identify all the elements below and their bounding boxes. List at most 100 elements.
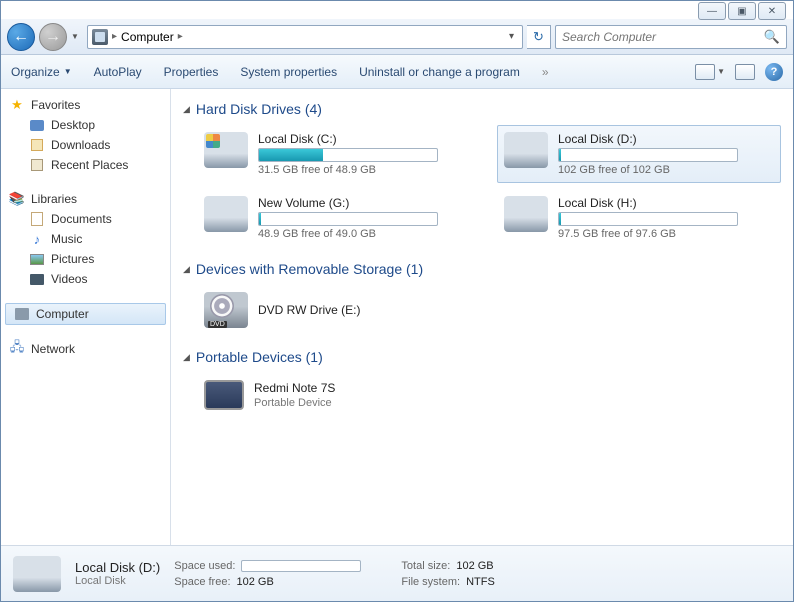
drive-label: Local Disk (C:) <box>258 132 474 146</box>
details-drive-icon <box>13 556 61 592</box>
main-body: ★Favorites Desktop Downloads Recent Plac… <box>1 89 793 545</box>
drive-g[interactable]: New Volume (G:) 48.9 GB free of 49.0 GB <box>197 189 481 247</box>
sidebar-item-computer[interactable]: Computer <box>5 303 166 325</box>
usage-bar <box>558 148 738 162</box>
drive-icon <box>504 196 548 232</box>
filesystem-value: NTFS <box>466 576 495 588</box>
sidebar-item-downloads[interactable]: Downloads <box>1 135 170 155</box>
system-properties-button[interactable]: System properties <box>240 65 337 79</box>
close-button[interactable]: ✕ <box>758 2 786 20</box>
autoplay-button[interactable]: AutoPlay <box>94 65 142 79</box>
space-used-bar <box>241 560 361 572</box>
address-bar[interactable]: ▸ Computer ▸ ▾ <box>87 25 523 49</box>
sidebar-item-music[interactable]: ♪Music <box>1 229 170 249</box>
details-subtitle: Local Disk <box>75 575 160 587</box>
libraries-group[interactable]: 📚Libraries <box>1 189 170 209</box>
document-icon <box>29 211 45 227</box>
breadcrumb-location[interactable]: Computer <box>121 30 174 44</box>
recent-icon <box>29 157 45 173</box>
view-mode-button[interactable]: ▼ <box>695 64 725 80</box>
drive-label: Local Disk (H:) <box>558 196 774 210</box>
sidebar-item-documents[interactable]: Documents <box>1 209 170 229</box>
preview-pane-button[interactable] <box>735 64 755 80</box>
usage-bar <box>558 212 738 226</box>
drive-icon <box>504 132 548 168</box>
explorer-window: — ▣ ✕ ← → ▼ ▸ Computer ▸ ▾ ↻ 🔍 Organize … <box>0 0 794 602</box>
back-button[interactable]: ← <box>7 23 35 51</box>
command-bar: Organize ▼ AutoPlay Properties System pr… <box>1 55 793 89</box>
total-size-label: Total size: <box>401 560 450 572</box>
details-title: Local Disk (D:) <box>75 560 160 575</box>
music-icon: ♪ <box>29 231 45 247</box>
uninstall-button[interactable]: Uninstall or change a program <box>359 65 520 79</box>
sidebar-item-recent-places[interactable]: Recent Places <box>1 155 170 175</box>
category-hard-disk-drives[interactable]: ◢Hard Disk Drives (4) <box>183 101 781 117</box>
search-box[interactable]: 🔍 <box>555 25 787 49</box>
folder-icon <box>29 137 45 153</box>
drive-free-text: 48.9 GB free of 49.0 GB <box>258 228 474 240</box>
refresh-button[interactable]: ↻ <box>527 25 551 49</box>
device-subtitle: Portable Device <box>254 397 335 409</box>
drive-d[interactable]: Local Disk (D:) 102 GB free of 102 GB <box>497 125 781 183</box>
drive-icon <box>204 132 248 168</box>
drive-free-text: 31.5 GB free of 48.9 GB <box>258 164 474 176</box>
device-redmi-note-7s[interactable]: Redmi Note 7S Portable Device <box>197 373 342 417</box>
maximize-button[interactable]: ▣ <box>728 2 756 20</box>
libraries-icon: 📚 <box>9 191 25 207</box>
favorites-group[interactable]: ★Favorites <box>1 95 170 115</box>
star-icon: ★ <box>9 97 25 113</box>
breadcrumb-sep-icon: ▸ <box>112 31 117 42</box>
space-used-label: Space used: <box>174 560 235 572</box>
sidebar-item-desktop[interactable]: Desktop <box>1 115 170 135</box>
forward-button[interactable]: → <box>39 23 67 51</box>
window-controls: — ▣ ✕ <box>698 2 786 20</box>
drive-icon <box>204 196 248 232</box>
desktop-icon <box>29 117 45 133</box>
usage-bar <box>258 148 438 162</box>
navigation-bar: ← → ▼ ▸ Computer ▸ ▾ ↻ 🔍 <box>1 19 793 55</box>
sidebar-item-videos[interactable]: Videos <box>1 269 170 289</box>
category-portable-devices[interactable]: ◢Portable Devices (1) <box>183 349 781 365</box>
organize-menu[interactable]: Organize ▼ <box>11 65 72 79</box>
drive-h[interactable]: Local Disk (H:) 97.5 GB free of 97.6 GB <box>497 189 781 247</box>
sidebar-item-network[interactable]: 🖧Network <box>1 339 170 359</box>
drive-label: Local Disk (D:) <box>558 132 774 146</box>
history-dropdown[interactable]: ▼ <box>71 32 83 41</box>
drive-c[interactable]: Local Disk (C:) 31.5 GB free of 48.9 GB <box>197 125 481 183</box>
overflow-button[interactable]: » <box>542 65 549 79</box>
space-free-label: Space free: <box>174 576 230 588</box>
content-area: ◢Hard Disk Drives (4) Local Disk (C:) 31… <box>171 89 793 545</box>
navigation-pane: ★Favorites Desktop Downloads Recent Plac… <box>1 89 171 545</box>
drive-free-text: 102 GB free of 102 GB <box>558 164 774 176</box>
help-icon[interactable]: ? <box>765 63 783 81</box>
pictures-icon <box>29 251 45 267</box>
drive-label: DVD RW Drive (E:) <box>258 303 360 317</box>
details-pane: Local Disk (D:) Local Disk Space used: S… <box>1 545 793 601</box>
sidebar-item-pictures[interactable]: Pictures <box>1 249 170 269</box>
computer-icon <box>92 29 108 45</box>
drive-free-text: 97.5 GB free of 97.6 GB <box>558 228 774 240</box>
collapse-icon: ◢ <box>183 104 190 115</box>
drive-e-dvd[interactable]: DVD RW Drive (E:) <box>197 285 367 335</box>
dvd-drive-icon <box>204 292 248 328</box>
address-dropdown-icon[interactable]: ▾ <box>505 31 518 42</box>
category-removable-storage[interactable]: ◢Devices with Removable Storage (1) <box>183 261 781 277</box>
drive-label: New Volume (G:) <box>258 196 474 210</box>
breadcrumb-sep-icon: ▸ <box>178 31 183 42</box>
search-input[interactable] <box>562 30 764 44</box>
properties-button[interactable]: Properties <box>164 65 219 79</box>
computer-icon <box>14 306 30 322</box>
filesystem-label: File system: <box>401 576 460 588</box>
device-label: Redmi Note 7S <box>254 381 335 395</box>
collapse-icon: ◢ <box>183 352 190 363</box>
usage-bar <box>258 212 438 226</box>
space-free-value: 102 GB <box>237 576 274 588</box>
videos-icon <box>29 271 45 287</box>
search-icon[interactable]: 🔍 <box>764 29 780 45</box>
view-controls: ▼ ? <box>695 63 783 81</box>
portable-device-icon <box>204 380 244 410</box>
collapse-icon: ◢ <box>183 264 190 275</box>
total-size-value: 102 GB <box>456 560 493 572</box>
network-icon: 🖧 <box>9 341 25 357</box>
minimize-button[interactable]: — <box>698 2 726 20</box>
